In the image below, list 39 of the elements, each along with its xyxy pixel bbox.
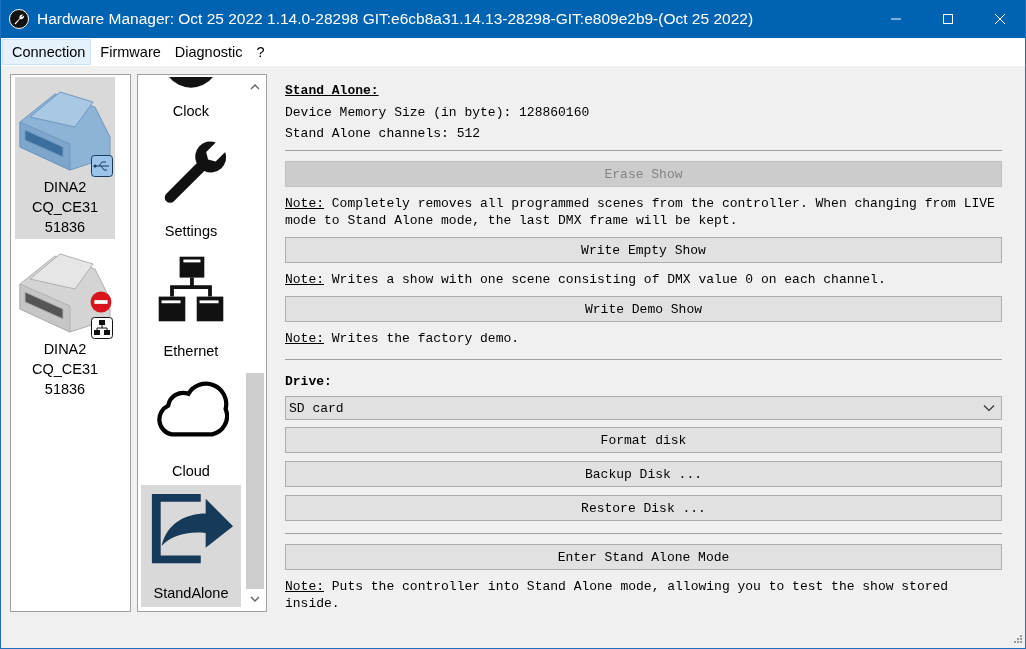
close-icon[interactable] (994, 13, 1006, 25)
nav-item[interactable]: Ethernet (141, 245, 241, 365)
action-button[interactable]: Format disk (285, 427, 1002, 453)
note-text: Note: Writes the factory demo. (285, 330, 521, 347)
note-text: Note: Puts the controller into Stand Alone mode, allowing you to test the show stored inside. (285, 578, 950, 612)
nav-item[interactable]: Settings (141, 125, 241, 245)
device-item[interactable]: DINA2 CQ_CE31 51836 (15, 77, 115, 239)
scroll-up-icon[interactable] (250, 84, 260, 90)
action-button[interactable]: Enter Stand Alone Mode (285, 544, 1002, 570)
menu-item[interactable]: Diagnostic (165, 40, 248, 64)
nav-item[interactable]: StandAlone (141, 485, 241, 607)
nav-item[interactable]: Cloud (141, 365, 241, 485)
wrench-icon (9, 9, 29, 29)
note-text: Note: Completely removes all programmed scenes from the controller. When changing from LIVE mode to Stand Alone mode, the last DMX frame will be kept. (285, 195, 996, 229)
nav-item[interactable]: Clock (141, 77, 241, 125)
menu-item[interactable]: Connection (2, 39, 92, 65)
maximize-icon[interactable] (942, 13, 954, 25)
device-name: DINA2 CQ_CE31 51836 (31, 178, 99, 237)
network-icon (91, 317, 113, 339)
action-button[interactable]: Restore Disk ... (285, 495, 1002, 521)
device-item[interactable]: DINA2 CQ_CE31 51836 (15, 239, 115, 401)
device-name: DINA2 CQ_CE31 51836 (31, 340, 99, 399)
scroll-down-icon[interactable] (250, 596, 260, 602)
field-label: Drive: (285, 373, 333, 390)
resize-grip-icon[interactable] (1011, 634, 1023, 646)
info-text: Stand Alone channels: 512 (285, 125, 482, 142)
chevron-down-icon[interactable] (983, 404, 995, 412)
info-text: Device Memory Size (in byte): 128860160 (285, 104, 591, 121)
drive-dropdown[interactable]: SD card (285, 396, 1002, 420)
note-text: Note: Writes a show with one scene consisting of DMX value 0 on each channel. (285, 271, 887, 288)
usb-icon (91, 155, 113, 177)
menu-item[interactable]: ? (247, 40, 270, 64)
action-button[interactable]: Write Empty Show (285, 237, 1002, 263)
scroll-thumb[interactable] (246, 373, 264, 589)
section-heading: Stand Alone: (285, 82, 380, 99)
menu-item[interactable]: Firmware (91, 40, 166, 64)
window-title: Hardware Manager: Oct 25 2022 1.14.0-28298 GIT:e6cb8a31.14.13-28298-GIT:e809e2b9-(Oct 25 2022) (37, 10, 755, 28)
action-button[interactable]: Backup Disk ... (285, 461, 1002, 487)
action-button[interactable]: Write Demo Show (285, 296, 1002, 322)
